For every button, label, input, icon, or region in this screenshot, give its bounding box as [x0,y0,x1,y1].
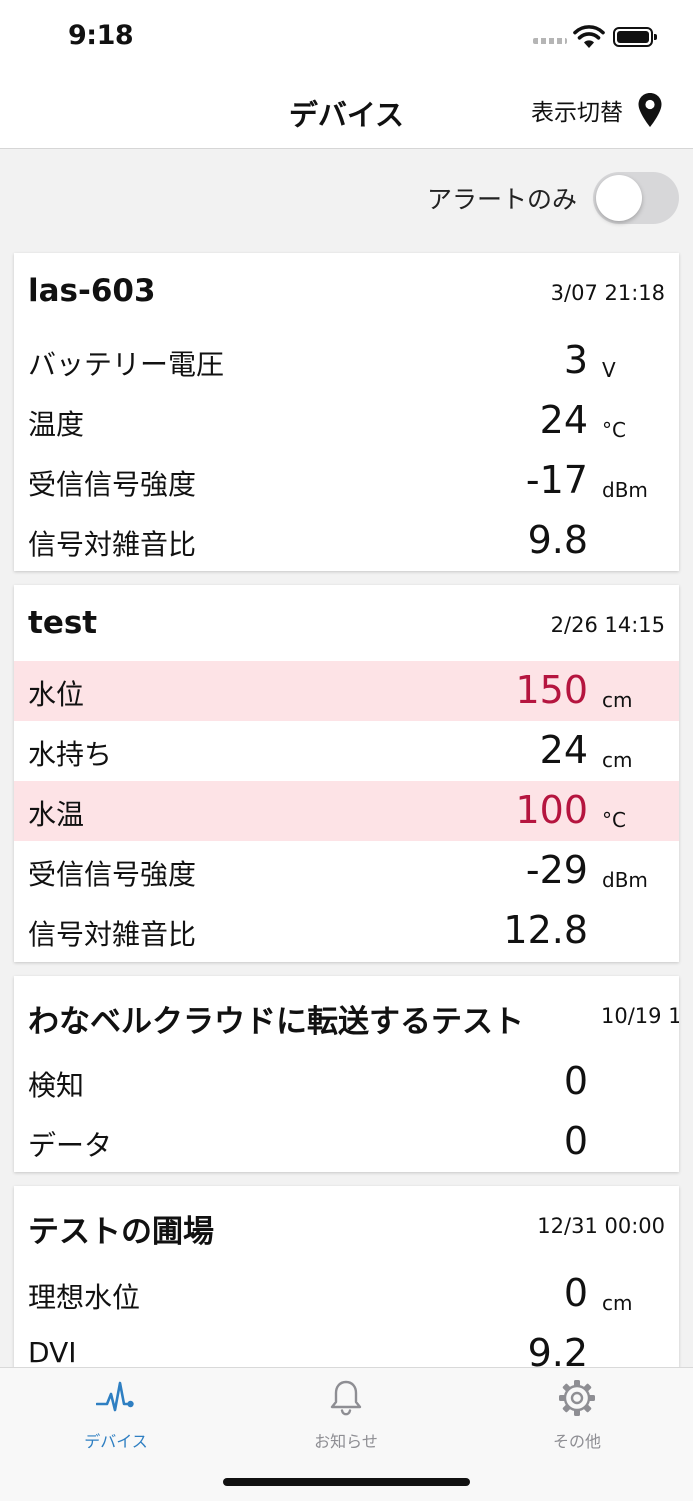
sensor-value: 0 [563,1271,588,1315]
device-updated-time: 12/31 00:00 [537,1214,665,1238]
status-bar: 9:18 [0,0,693,76]
tab-label: その他 [552,1432,601,1451]
sensor-value: 0 [563,1059,588,1103]
device-updated-time: 3/07 21:18 [550,281,665,305]
sensor-label: 受信信号強度 [28,468,197,501]
nav-bar: デバイス 表示切替 [0,76,693,149]
gear-icon [559,1380,595,1416]
sensor-label: 信号対雑音比 [28,528,197,561]
device-card[interactable]: わなベルクラウドに転送するテスト 10/19 18: 検知 0 データ 0 [14,976,679,1172]
sensor-row-alert: 水位 150 cm [14,661,679,721]
device-card-header: las-603 3/07 21:18 [14,253,679,331]
sensor-value: 100 [515,788,588,832]
device-name: test [28,605,98,641]
tab-notifications[interactable]: お知らせ [266,1378,426,1458]
sensor-row: 理想水位 0 cm [14,1264,679,1324]
sensor-label: 温度 [28,408,85,441]
device-card[interactable]: las-603 3/07 21:18 バッテリー電圧 3 V 温度 24 °C … [14,253,679,571]
sensor-value: 9.2 [527,1331,588,1367]
status-time: 9:18 [68,20,134,51]
device-card[interactable]: test 2/26 14:15 水位 150 cm 水持ち 24 cm 水温 1… [14,585,679,962]
tab-label: お知らせ [314,1432,378,1451]
sensor-label: 検知 [28,1069,85,1102]
view-switch-button[interactable]: 表示切替 [531,92,663,128]
sensor-row: 水持ち 24 cm [14,721,679,781]
sensor-row: 温度 24 °C [14,391,679,451]
sensor-value: 12.8 [503,908,588,952]
sensor-label: バッテリー電圧 [28,348,225,381]
cellular-signal-icon [533,38,567,44]
sensor-label: 信号対雑音比 [28,918,197,951]
tab-label: デバイス [84,1432,148,1451]
map-pin-icon [638,93,662,127]
sensor-label: 理想水位 [28,1281,141,1314]
home-indicator[interactable] [223,1478,470,1486]
sensor-row: DVI 9.2 [14,1324,679,1367]
device-updated-time: 2/26 14:15 [550,613,665,637]
tab-devices[interactable]: デバイス [36,1378,196,1458]
sensor-value: 24 [539,398,588,442]
sensor-value: 3 [563,338,588,382]
sensor-label: 水持ち [28,738,113,771]
sensor-label: 水位 [28,678,85,711]
sensor-value: 0 [563,1119,588,1163]
sensor-unit: V [602,358,616,382]
sensor-row: 信号対雑音比 12.8 [14,901,679,961]
wifi-icon [573,25,605,48]
sensor-unit: °C [602,808,626,832]
sensor-value: 24 [539,728,588,772]
bell-icon [330,1380,362,1416]
sensor-row: 信号対雑音比 9.8 [14,511,679,571]
device-card[interactable]: テストの圃場 12/31 00:00 理想水位 0 cm DVI 9.2 [14,1186,679,1367]
sensor-value: -29 [525,848,588,892]
sensor-row-alert: 水温 100 °C [14,781,679,841]
device-name: las-603 [28,273,156,309]
tab-other[interactable]: その他 [497,1378,657,1458]
battery-icon [613,27,657,47]
sensor-value: -17 [525,458,588,502]
sensor-label: データ [28,1129,113,1162]
device-updated-time: 10/19 18: [601,1004,679,1028]
sensor-label: 受信信号強度 [28,858,197,891]
sensor-unit: cm [602,688,633,712]
device-card-header: テストの圃場 12/31 00:00 [14,1186,679,1264]
sensor-value: 150 [515,668,588,712]
sensor-row: バッテリー電圧 3 V [14,331,679,391]
sensor-unit: dBm [602,868,648,892]
sensor-unit: °C [602,418,626,442]
sensor-unit: cm [602,1291,633,1315]
sensor-unit: dBm [602,478,648,502]
pulse-icon [96,1381,134,1412]
sensor-row: 受信信号強度 -29 dBm [14,841,679,901]
sensor-row: 受信信号強度 -17 dBm [14,451,679,511]
sensor-row: データ 0 [14,1112,679,1172]
sensor-value: 9.8 [527,518,588,562]
device-name: わなベルクラウドに転送するテスト [28,1004,524,1040]
sensor-label: 水温 [28,798,85,831]
device-card-header: test 2/26 14:15 [14,585,679,663]
sensor-label: DVI [28,1336,77,1367]
device-name: テストの圃場 [28,1214,214,1250]
sensor-row: 検知 0 [14,1052,679,1112]
device-list[interactable]: las-603 3/07 21:18 バッテリー電圧 3 V 温度 24 °C … [0,148,693,1367]
sensor-unit: cm [602,748,633,772]
device-card-header: わなベルクラウドに転送するテスト 10/19 18: [14,976,679,1054]
view-switch-label: 表示切替 [531,100,623,126]
